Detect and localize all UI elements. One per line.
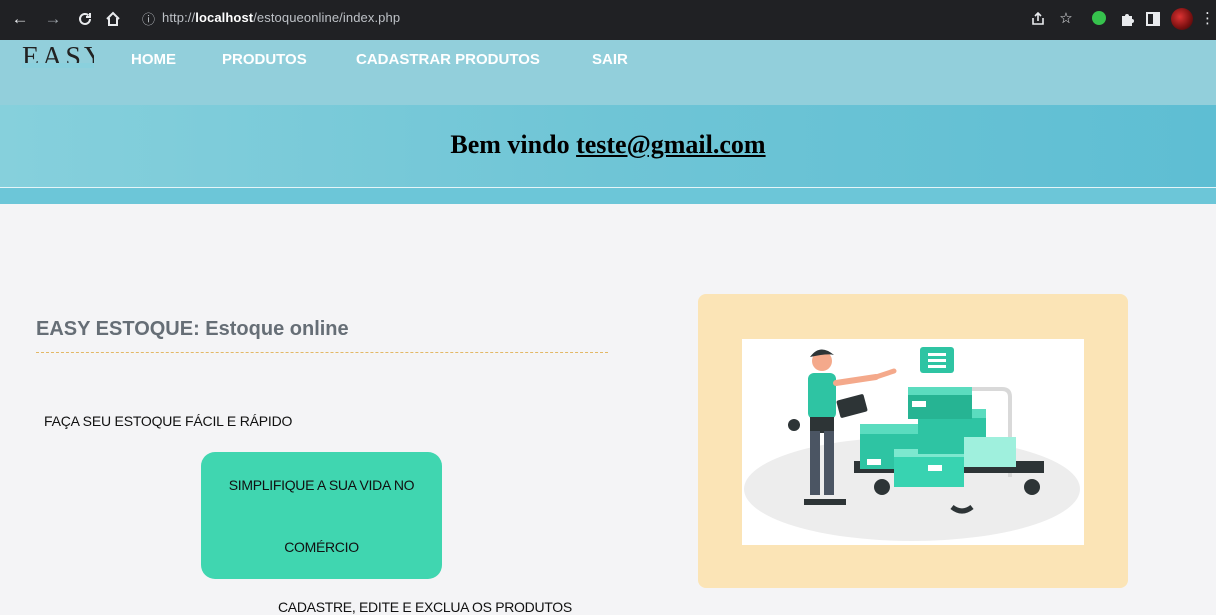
url-text: http://localhost/estoqueonline/index.php	[162, 10, 401, 25]
extension-icon[interactable]	[1092, 11, 1106, 25]
welcome-heading: Bem vindo teste@gmail.com	[450, 130, 766, 159]
hero-image-frame	[698, 294, 1128, 588]
info-icon[interactable]: ⓘ	[142, 9, 155, 28]
kebab-menu-icon[interactable]: ⋮	[1200, 8, 1215, 30]
page-title: EASY ESTOQUE: Estoque online	[36, 318, 349, 340]
user-email-link[interactable]: teste@gmail.com	[576, 130, 766, 159]
address-bar[interactable]: ⓘ http://localhost/estoqueonline/index.p…	[132, 4, 1216, 32]
home-icon[interactable]	[102, 8, 124, 30]
warehouse-illustration	[742, 339, 1084, 545]
arrow-right-icon[interactable]: →	[42, 8, 64, 30]
site-navbar: EASY HOME PRODUTOS CADASTRAR PRODUTOS SA…	[0, 40, 1216, 105]
browser-toolbar: ← → ⓘ http://localhost/estoqueonline/ind…	[0, 0, 1216, 40]
features-text: CADASTRE, EDITE E EXCLUA OS PRODUTOS	[278, 599, 572, 615]
star-icon[interactable]: ☆	[1055, 8, 1077, 30]
reload-icon[interactable]	[74, 8, 96, 30]
tagline-text: FAÇA SEU ESTOQUE FÁCIL E RÁPIDO	[44, 413, 293, 429]
nav-sair-link[interactable]: SAIR	[592, 51, 628, 68]
nav-home-link[interactable]: HOME	[131, 51, 176, 68]
simplify-cta-button[interactable]: SIMPLIFIQUE A SUA VIDA NO COMÉRCIO	[201, 452, 442, 579]
sidebar-icon[interactable]	[1142, 8, 1164, 30]
nav-cadastrar-produtos-link[interactable]: CADASTRAR PRODUTOS	[356, 51, 540, 68]
title-divider	[36, 352, 608, 353]
nav-produtos-link[interactable]: PRODUTOS	[222, 51, 307, 68]
share-icon[interactable]	[1027, 8, 1049, 30]
sub-banner-strip	[0, 188, 1216, 204]
arrow-left-icon[interactable]: ←	[9, 8, 31, 30]
puzzle-icon[interactable]	[1116, 8, 1138, 30]
profile-avatar[interactable]	[1171, 8, 1193, 30]
welcome-banner: Bem vindo teste@gmail.com	[0, 105, 1216, 187]
site-logo[interactable]: EASY	[22, 44, 94, 74]
